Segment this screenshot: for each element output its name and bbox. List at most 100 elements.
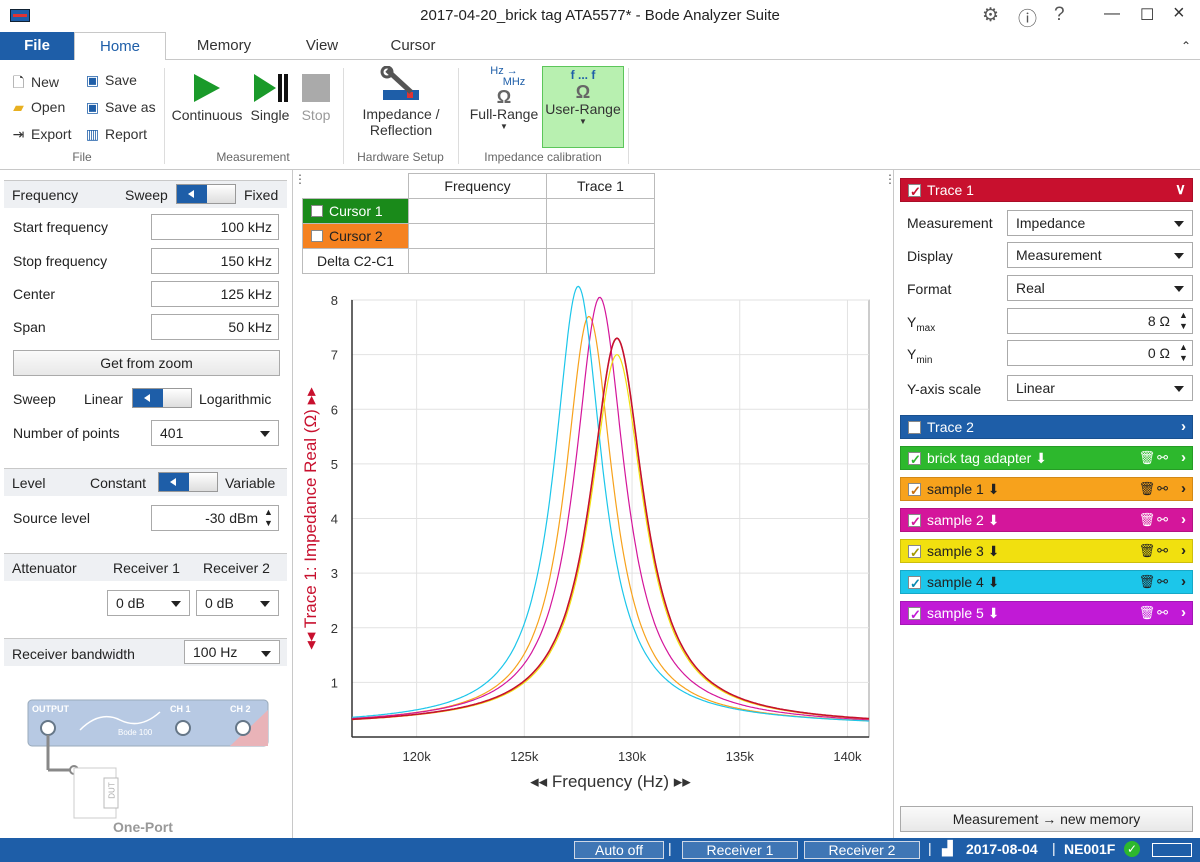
chevron-down-icon[interactable]: ∨	[1175, 179, 1186, 201]
center-frequency-input[interactable]: 125 kHz	[151, 281, 279, 307]
play-icon	[194, 74, 220, 102]
trace2-checkbox[interactable]	[908, 421, 921, 434]
full-range-button[interactable]: Hz → MHz Ω Full-Range ▼	[466, 66, 542, 132]
y-tick-label: 8	[331, 293, 338, 308]
stop-button[interactable]: Stop	[296, 66, 336, 123]
chevron-right-icon[interactable]: ›	[1181, 447, 1186, 469]
receiver2-status[interactable]: Receiver 2	[804, 841, 920, 859]
y-axis-scale-select[interactable]: Linear	[1007, 375, 1193, 401]
memory-checkbox[interactable]: ✓	[908, 607, 921, 622]
start-frequency-input[interactable]: 100 kHz	[151, 214, 279, 240]
memory-sample-4[interactable]: ✓ sample 4 ⬇ 🗑⚯ ›	[900, 570, 1193, 594]
cursor2-checkbox[interactable]	[311, 230, 323, 242]
download-icon[interactable]: ⬇	[988, 543, 1000, 559]
y-tick-label: 1	[331, 675, 338, 690]
download-icon[interactable]: ⬇	[988, 574, 1000, 590]
save-button[interactable]: ▣ Save	[84, 72, 137, 89]
new-button[interactable]: 🗋 New	[10, 72, 59, 96]
trace2-header[interactable]: Trace 2 ›	[900, 415, 1193, 439]
measurement-select[interactable]: Impedance	[1007, 210, 1193, 236]
cursor1-checkbox[interactable]	[311, 205, 323, 217]
new-file-icon: 🗋	[12, 74, 25, 90]
memory-actions[interactable]: 🗑⚯	[1139, 478, 1170, 500]
save-as-button[interactable]: ▣ Save as	[84, 99, 156, 116]
memory-actions[interactable]: 🗑⚯	[1139, 509, 1170, 531]
tab-cursor[interactable]: Cursor	[378, 32, 448, 60]
help-icon[interactable]: ?	[1054, 4, 1065, 26]
title-bar: 2017-04-20_brick tag ATA5577* - Bode Ana…	[0, 0, 1200, 32]
display-select[interactable]: Measurement	[1007, 242, 1193, 268]
chevron-right-icon[interactable]: ›	[1181, 478, 1186, 500]
ymax-input[interactable]: 8 Ω	[1007, 308, 1193, 334]
cursor2-toggle[interactable]: Cursor 2	[302, 223, 409, 249]
linear-log-toggle[interactable]	[132, 388, 192, 408]
tab-view[interactable]: View	[290, 32, 354, 60]
info-icon[interactable]: ⓘ	[1018, 4, 1037, 31]
ymin-spinner-icon[interactable]: ▲ ▼	[1179, 342, 1188, 364]
tab-memory[interactable]: Memory	[180, 32, 268, 60]
ymax-label: Ymax	[907, 314, 936, 334]
download-icon[interactable]: ⬇	[988, 512, 1000, 528]
download-icon[interactable]: ⬇	[988, 481, 1000, 497]
memory-sample-3[interactable]: ✓ sample 3 ⬇ 🗑⚯ ›	[900, 539, 1193, 563]
chevron-right-icon[interactable]: ›	[1181, 571, 1186, 593]
report-button[interactable]: ▥ Report	[84, 126, 147, 143]
receiver-bandwidth-select[interactable]: 100 Hz	[184, 640, 280, 664]
span-input[interactable]: 50 kHz	[151, 314, 279, 340]
maximize-button[interactable]: ☐	[1140, 5, 1154, 25]
memory-sample-5[interactable]: ✓ sample 5 ⬇ 🗑⚯ ›	[900, 601, 1193, 625]
spinner-arrows-icon[interactable]: ▲ ▼	[264, 507, 273, 529]
impedance-chart[interactable]: 120k 125k 130k 135k 140k 1 2 3 4 5 6 7 8 ◂◂ Frequency…	[294, 285, 892, 805]
download-icon[interactable]: ⬇	[1035, 450, 1047, 466]
memory-brick-tag-adapter[interactable]: ✓ brick tag adapter ⬇ 🗑⚯ ›	[900, 446, 1193, 470]
open-button[interactable]: ▰ Open	[10, 99, 65, 116]
chevron-right-icon[interactable]: ›	[1181, 540, 1186, 562]
trace1-header[interactable]: ✓ Trace 1 ∨	[900, 178, 1193, 202]
memory-checkbox[interactable]: ✓	[908, 514, 921, 529]
memory-checkbox[interactable]: ✓	[908, 545, 921, 560]
user-range-button[interactable]: f ... f Ω User-Range ▼	[542, 66, 624, 148]
chevron-right-icon[interactable]: ›	[1181, 416, 1186, 438]
export-button[interactable]: ⇥ Export	[10, 126, 72, 143]
collapse-ribbon-icon[interactable]: ⌃	[1176, 32, 1196, 60]
number-of-points-select[interactable]: 401	[151, 420, 279, 446]
continuous-button[interactable]: Continuous	[170, 66, 244, 123]
source-level-input[interactable]: -30 dBm	[151, 505, 279, 531]
tab-file[interactable]: File	[0, 32, 74, 60]
memory-sample-2[interactable]: ✓ sample 2 ⬇ 🗑⚯ ›	[900, 508, 1193, 532]
device-icon: ▟	[942, 840, 953, 856]
memory-actions[interactable]: 🗑⚯	[1139, 571, 1170, 593]
memory-actions[interactable]: 🗑⚯	[1139, 540, 1170, 562]
ymin-input[interactable]: 0 Ω	[1007, 340, 1193, 366]
stop-frequency-input[interactable]: 150 kHz	[151, 248, 279, 274]
auto-off-button[interactable]: Auto off	[574, 841, 664, 859]
chevron-right-icon[interactable]: ›	[1181, 602, 1186, 624]
receiver1-status[interactable]: Receiver 1	[682, 841, 798, 859]
sweep-fixed-toggle[interactable]	[176, 184, 236, 204]
tab-home[interactable]: Home	[74, 32, 166, 61]
memory-actions[interactable]: 🗑⚯	[1139, 447, 1170, 469]
receiver2-attenuator-select[interactable]: 0 dB	[196, 590, 279, 616]
measurement-to-new-memory-button[interactable]: Measurement → new memory	[900, 806, 1193, 832]
settings-gear-icon[interactable]: ⚙	[982, 4, 999, 27]
download-icon[interactable]: ⬇	[988, 605, 1000, 621]
ymin-label: Ymin	[907, 346, 933, 366]
constant-variable-toggle[interactable]	[158, 472, 218, 492]
memory-checkbox[interactable]: ✓	[908, 576, 921, 591]
calibration-group-label: Impedance calibration	[484, 150, 602, 164]
close-button[interactable]: ×	[1173, 2, 1185, 25]
cursor1-toggle[interactable]: Cursor 1	[302, 198, 409, 224]
memory-sample-1[interactable]: ✓ sample 1 ⬇ 🗑⚯ ›	[900, 477, 1193, 501]
trace1-checkbox[interactable]: ✓	[908, 184, 921, 199]
minimize-button[interactable]: —	[1104, 5, 1120, 23]
memory-checkbox[interactable]: ✓	[908, 483, 921, 498]
get-from-zoom-button[interactable]: Get from zoom	[13, 350, 280, 376]
memory-actions[interactable]: 🗑⚯	[1139, 602, 1170, 624]
ymax-spinner-icon[interactable]: ▲ ▼	[1179, 310, 1188, 332]
impedance-reflection-button[interactable]: Impedance / Reflection	[352, 66, 450, 138]
single-button[interactable]: Single	[248, 66, 292, 123]
chevron-right-icon[interactable]: ›	[1181, 509, 1186, 531]
memory-checkbox[interactable]: ✓	[908, 452, 921, 467]
receiver1-attenuator-select[interactable]: 0 dB	[107, 590, 190, 616]
format-select[interactable]: Real	[1007, 275, 1193, 301]
